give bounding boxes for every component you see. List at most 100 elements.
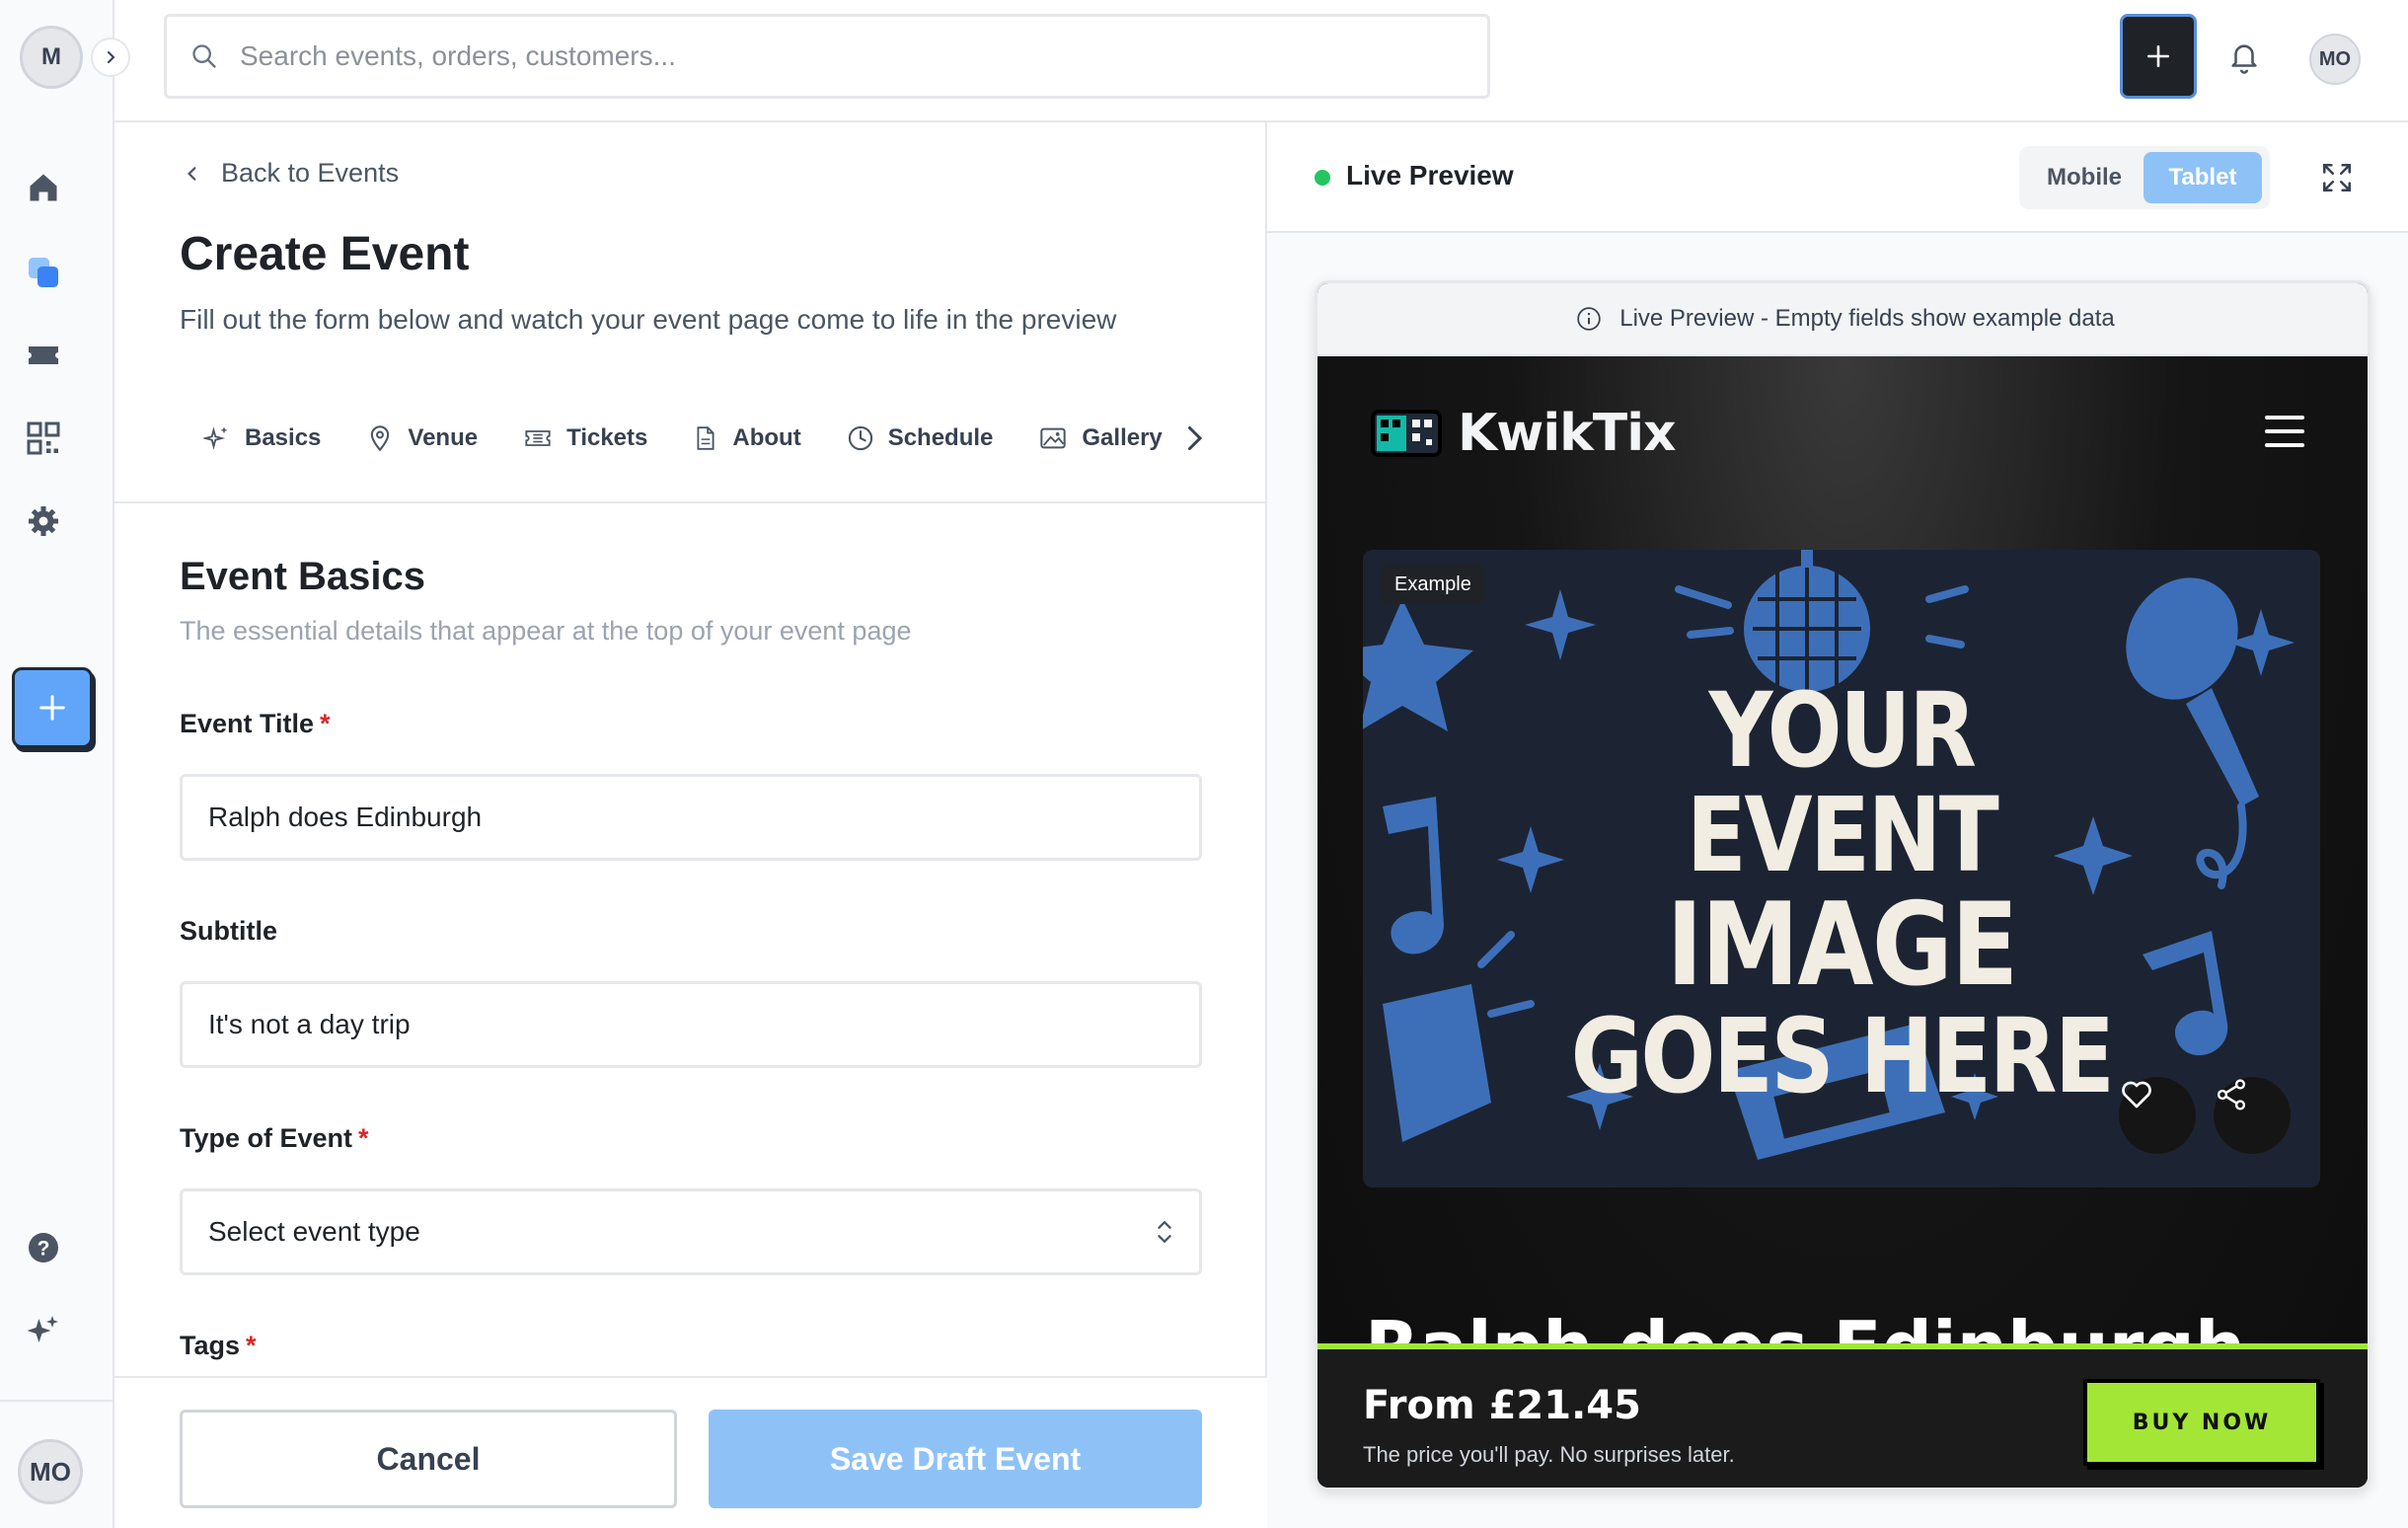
menu-icon-bar [2265,416,2304,420]
create-button[interactable] [12,667,93,748]
event-hero-image: Example YOUR EVENT IMAGE GOES HERE [1363,550,2320,1187]
clock-icon [848,425,872,451]
tab-about[interactable]: About [693,424,801,452]
device-toggle: Mobile Tablet [2019,146,2270,209]
tab-label: Gallery [1082,424,1163,451]
event-type-value: Select event type [208,1216,420,1247]
tab-gallery[interactable]: Gallery [1038,424,1163,452]
event-title-label: Event Title * [180,709,331,739]
hero-line: YOUR EVENT [1686,670,1999,896]
required-mark: * [246,1331,257,1360]
search-icon [192,44,216,68]
device-mobile-button[interactable]: Mobile [2025,152,2144,203]
expand-icon [2322,163,2352,192]
buy-now-button[interactable]: BUY NOW [2083,1379,2320,1466]
search-input[interactable] [240,40,1424,72]
tab-label: Tickets [566,424,648,451]
event-form-panel: Back to Events Create Event Fill out the… [114,122,1267,1528]
sparkles-icon [203,426,228,450]
nav-settings[interactable] [22,499,65,543]
chevron-right-icon [108,51,115,63]
preview-header: Live Preview Mobile Tablet [1267,122,2408,233]
form-tabs: Basics Venue Tickets About Schedule Gall… [203,422,1206,454]
cancel-button[interactable]: Cancel [180,1410,677,1508]
image-icon [1040,427,1067,449]
sidebar-divider [0,1400,114,1402]
bell-icon [2231,44,2257,74]
ticket-icon [525,430,551,446]
ticket-icon [29,346,58,364]
kwiktix-logo-icon [1371,410,1442,457]
nav-tickets[interactable] [22,334,65,377]
quick-add-button[interactable] [2120,14,2197,99]
subtitle-value: It's not a day trip [208,1009,411,1039]
nav-home[interactable] [22,166,65,209]
price-note: The price you'll pay. No surprises later… [1363,1442,1735,1467]
left-sidebar: M ? MO [0,0,130,1528]
tab-schedule[interactable]: Schedule [847,424,994,452]
label-text: Event Title [180,709,315,738]
sparkles-icon [27,1316,58,1342]
nav-qr[interactable] [22,417,65,460]
help-icon: ? [29,1233,58,1262]
tablet-preview-frame: Live Preview - Empty fields show example… [1315,280,2370,1490]
back-to-events-link[interactable]: Back to Events [184,158,399,189]
section-title: Event Basics [180,555,426,598]
expand-sidebar-button[interactable] [91,38,130,77]
account-avatar[interactable]: MO [2309,34,2361,85]
chevron-left-icon [188,166,196,181]
live-status-dot [1315,170,1330,186]
top-bar: MO [114,0,2408,122]
fullscreen-button[interactable] [2315,156,2359,199]
nav-help[interactable]: ? [22,1226,65,1269]
subtitle-input[interactable]: It's not a day trip [180,981,1202,1068]
nav-ai[interactable] [22,1309,65,1352]
nav-pages[interactable] [22,251,65,294]
share-button[interactable] [2214,1077,2291,1154]
preview-notice: Live Preview - Empty fields show example… [1317,283,2368,356]
hero-line: IMAGE [1666,879,2018,1013]
search-box[interactable] [164,14,1490,99]
menu-icon-bar [2265,429,2304,433]
hero-placeholder-text: YOUR EVENT IMAGE GOES HERE [1501,678,2182,1109]
tab-label: About [732,424,801,451]
event-type-select[interactable]: Select event type [180,1188,1202,1275]
event-title-input[interactable]: Ralph does Edinburgh [180,774,1202,861]
workspace-avatar[interactable]: M [20,26,83,89]
user-avatar[interactable]: MO [18,1439,83,1504]
preview-title: Live Preview [1346,160,1514,191]
tab-tickets[interactable]: Tickets [523,424,647,452]
notifications-button[interactable] [2222,36,2266,79]
info-icon [1577,307,1601,331]
plus-icon [39,695,65,721]
subtitle-label: Subtitle [180,916,277,947]
site-menu-button[interactable] [2265,416,2304,447]
tab-venue[interactable]: Venue [366,424,478,452]
favorite-button[interactable] [2119,1077,2196,1154]
map-pin-icon [371,425,390,452]
site-logo[interactable]: KwikTix [1369,404,1677,463]
save-draft-button[interactable]: Save Draft Event [709,1410,1202,1508]
tabs-scroll-right-button[interactable] [1182,422,1206,454]
settings-icon [29,506,58,536]
tab-label: Schedule [887,424,994,451]
sticky-price-bar: From £21.45 The price you'll pay. No sur… [1317,1343,2368,1488]
home-icon [30,174,57,201]
tab-label: Basics [245,424,322,451]
pages-icon [29,258,58,287]
event-type-label: Type of Event * [180,1123,369,1154]
label-text: Tags [180,1331,241,1360]
tab-basics[interactable]: Basics [203,424,321,452]
form-actions: Cancel Save Draft Event [114,1376,1267,1528]
app-root: M ? MO Search events, orders, customers.… [0,0,2408,1528]
event-site-preview: KwikTix Example YOUR EVENT IMAGE GOES HE… [1317,356,2368,1488]
tabs-divider [114,501,1267,503]
heart-icon [2122,1081,2151,1108]
device-tablet-button[interactable]: Tablet [2144,152,2262,203]
preview-event-title: Ralph does Edinburgh [1365,1306,2246,1347]
chevron-up-down-icon [1158,1220,1171,1244]
event-title-value: Ralph does Edinburgh [208,802,483,832]
label-text: Type of Event [180,1123,353,1153]
back-label: Back to Events [221,158,400,188]
svg-text:?: ? [38,1238,50,1261]
